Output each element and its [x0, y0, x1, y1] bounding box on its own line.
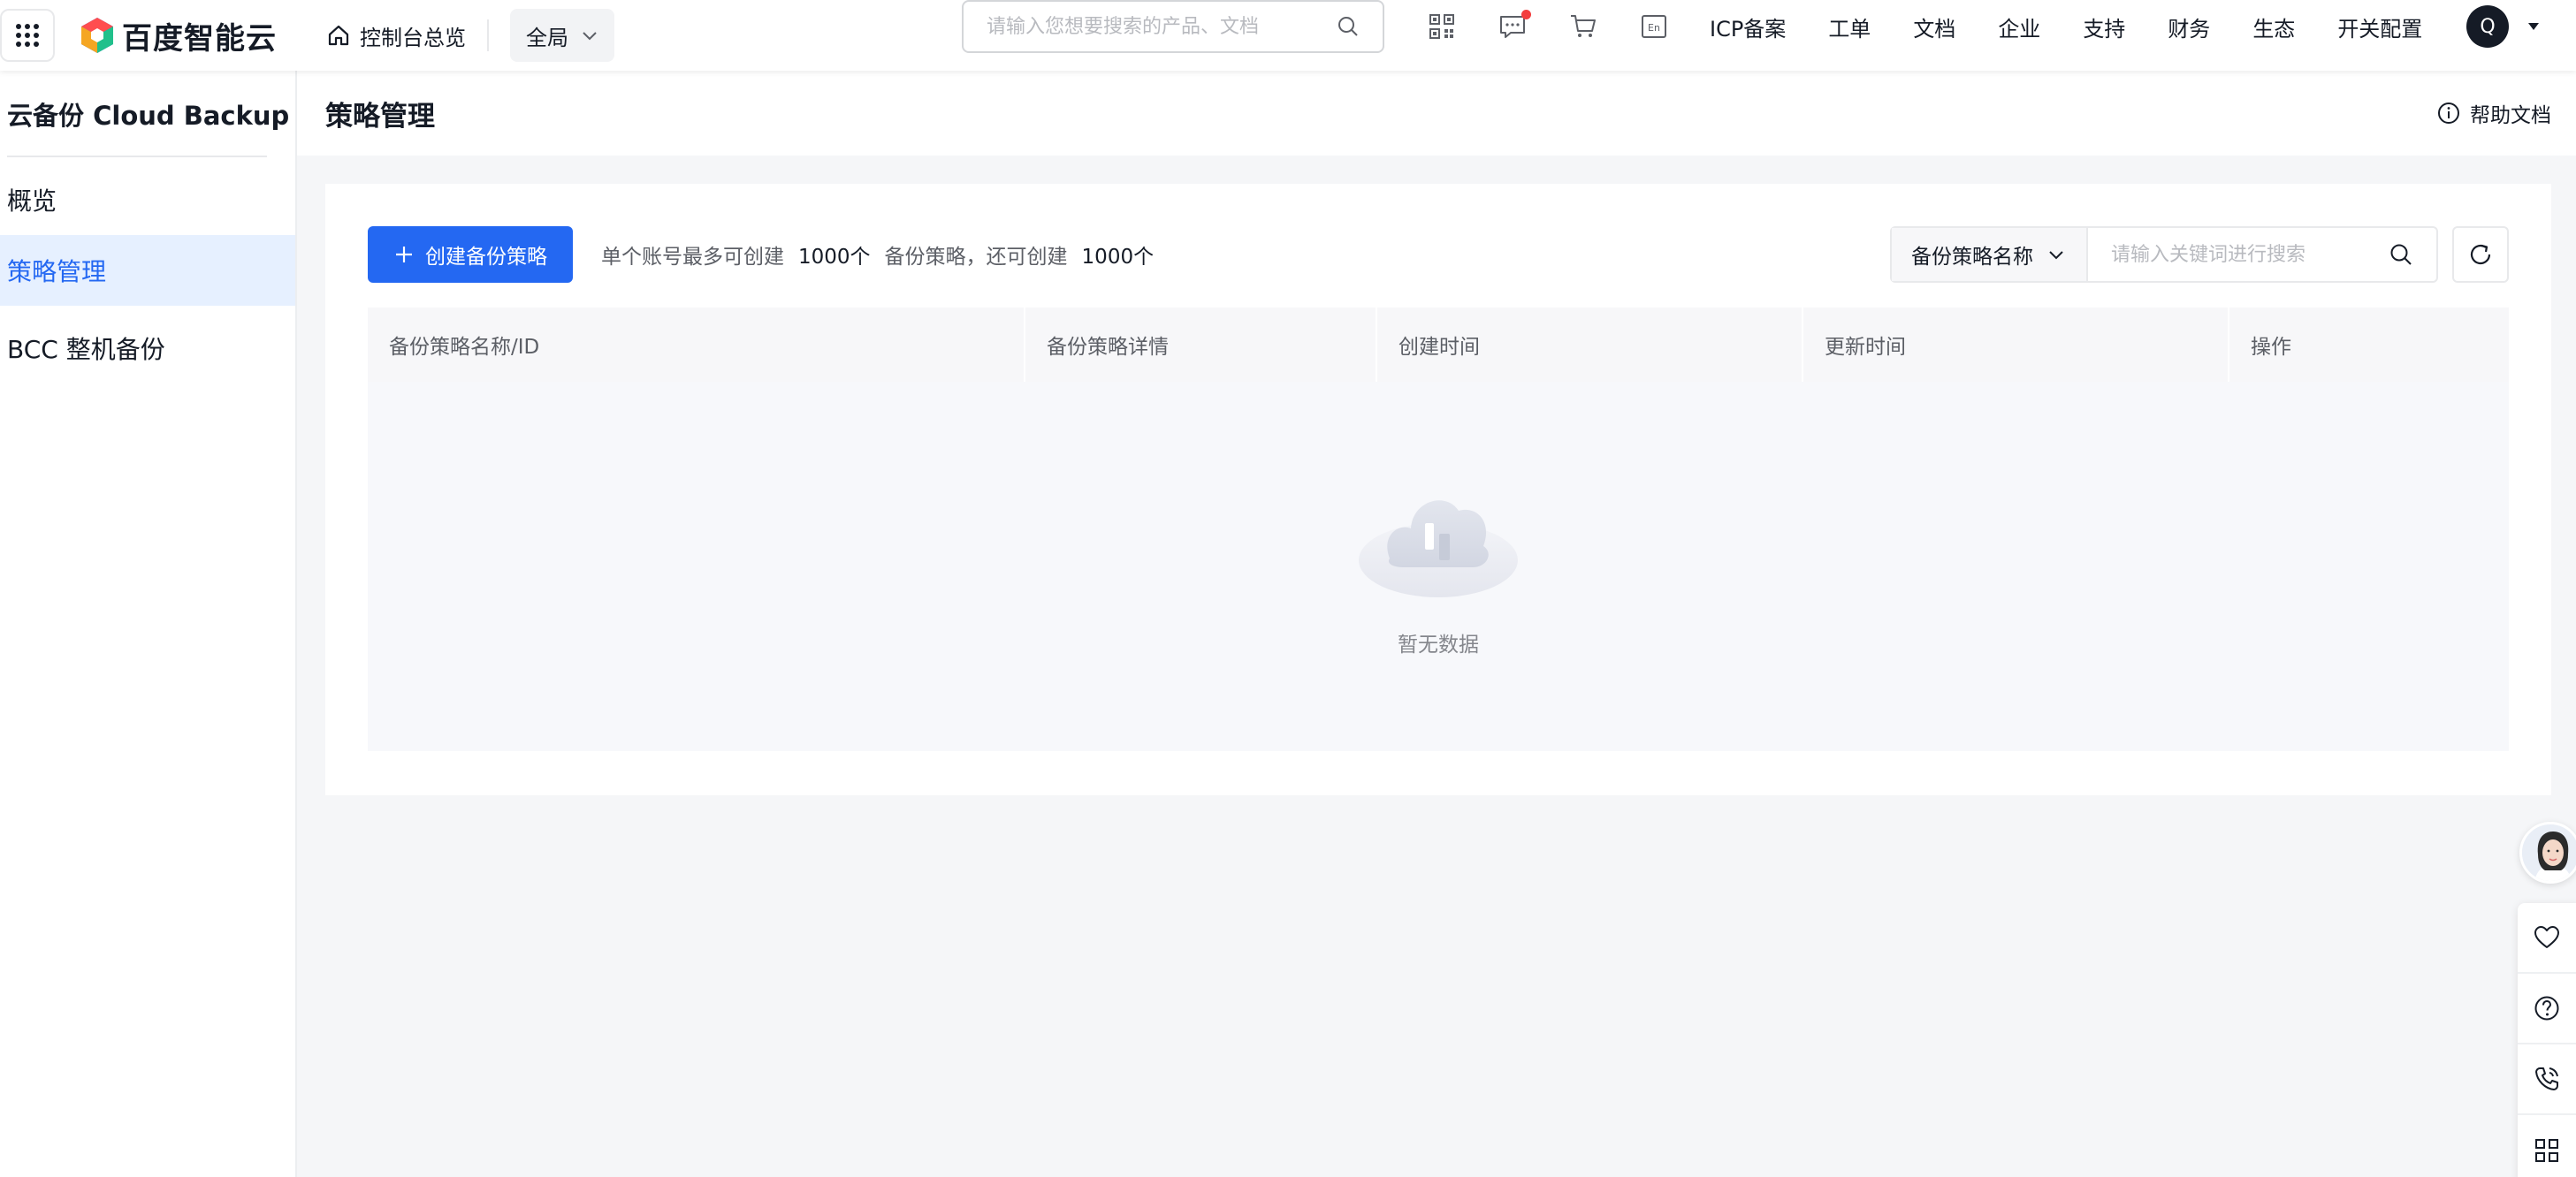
column-header-created-time: 创建时间 — [1377, 308, 1803, 382]
create-button-label: 创建备份策略 — [425, 246, 547, 269]
column-header-name-id: 备份策略名称/ID — [368, 308, 1025, 382]
nav-icp[interactable]: ICP备案 — [1710, 11, 1786, 42]
top-nav-links: ICP备案 工单 文档 企业 支持 财务 生态 开关配置 — [1710, 0, 2465, 53]
sidebar-divider — [7, 156, 267, 157]
quota-prefix: 单个账号最多可创建 — [601, 246, 784, 269]
nav-ticket[interactable]: 工单 — [1828, 11, 1871, 42]
column-header-details: 备份策略详情 — [1025, 308, 1377, 382]
user-avatar[interactable]: Q — [2466, 5, 2509, 48]
language-en-icon: En — [1642, 15, 1666, 38]
nav-docs[interactable]: 文档 — [1913, 11, 1955, 42]
qrcode-button[interactable] — [1427, 11, 1457, 42]
top-navigation-bar: 百度智能云 控制台总览 全局 请输入您想要搜索的产品、文档 En ICP备案 工… — [0, 0, 2576, 71]
policy-table: 备份策略名称/ID 备份策略详情 创建时间 更新时间 操作 暂无数据 — [368, 308, 2509, 751]
quota-info: 单个账号最多可创建 1000个 备份策略，还可创建 1000个 — [601, 226, 1154, 283]
home-icon — [328, 25, 349, 46]
floating-side-tools — [2518, 903, 2576, 1177]
column-header-actions: 操作 — [2251, 336, 2291, 359]
sidebar-item-label: 策略管理 — [7, 257, 107, 286]
message-button[interactable] — [1498, 10, 1531, 42]
region-select[interactable]: 全局 — [510, 9, 614, 62]
policy-search-group: 备份策略名称 — [1890, 226, 2438, 283]
logo-text: 百度智能云 — [122, 20, 277, 57]
apps-menu-button[interactable] — [0, 9, 55, 62]
global-search-input[interactable] — [987, 15, 1337, 38]
policy-list-card: 创建备份策略 单个账号最多可创建 1000个 备份策略，还可创建 1000个 备… — [325, 184, 2551, 795]
quota-remaining: 1000个 — [1081, 246, 1155, 269]
svg-text:En: En — [1648, 22, 1660, 34]
info-circle-icon — [2438, 103, 2459, 124]
baidu-cloud-logo[interactable]: 百度智能云 — [80, 14, 277, 57]
column-header-updated-time: 更新时间 — [1803, 308, 2229, 382]
question-circle-icon — [2534, 996, 2559, 1021]
sidebar-item-policy-management[interactable]: 策略管理 — [0, 235, 295, 306]
create-backup-policy-button[interactable]: 创建备份策略 — [368, 226, 573, 283]
nav-switch-config[interactable]: 开关配置 — [2337, 11, 2422, 42]
page-title: 策略管理 — [325, 100, 435, 133]
page-header: 策略管理 帮助文档 — [297, 71, 2576, 156]
help-docs-label: 帮助文档 — [2470, 104, 2551, 127]
sidebar-item-overview[interactable]: 概览 — [0, 164, 295, 235]
language-button[interactable]: En — [1639, 11, 1669, 42]
top-icon-group: En — [1427, 0, 1710, 53]
phone-icon — [2535, 1067, 2558, 1090]
empty-cloud-icon — [1359, 500, 1518, 597]
grid-icon — [2535, 1139, 2558, 1162]
table-header: 备份策略名称/ID 备份策略详情 创建时间 更新时间 操作 — [368, 308, 2509, 382]
list-toolbar: 创建备份策略 单个账号最多可创建 1000个 备份策略，还可创建 1000个 备… — [368, 226, 2509, 283]
sidebar-item-label: BCC 整机备份 — [7, 335, 165, 364]
more-tools-button[interactable] — [2518, 1115, 2576, 1177]
cart-icon — [1571, 15, 1596, 37]
contact-tool-button[interactable] — [2518, 1044, 2576, 1115]
qrcode-icon — [1429, 14, 1454, 39]
search-field-value: 备份策略名称 — [1911, 246, 2033, 269]
chevron-down-icon — [2049, 251, 2063, 260]
console-home-label: 控制台总览 — [360, 25, 466, 50]
nav-enterprise[interactable]: 企业 — [1998, 11, 2040, 42]
empty-text: 暂无数据 — [1398, 634, 1479, 657]
global-search-box — [962, 0, 1384, 53]
nav-support[interactable]: 支持 — [2083, 11, 2125, 42]
keyword-search-input[interactable] — [2111, 243, 2389, 266]
search-field-select[interactable]: 备份策略名称 — [1892, 228, 2088, 281]
product-title: 云备份 Cloud Backup — [7, 101, 290, 131]
divider — [487, 19, 489, 51]
sidebar: 云备份 Cloud Backup 概览 策略管理 BCC 整机备份 — [0, 71, 297, 1177]
quota-middle: 备份策略，还可创建 — [884, 246, 1068, 269]
chevron-down-icon — [583, 32, 597, 41]
search-icon[interactable] — [1337, 15, 1360, 38]
keyword-search — [2088, 228, 2436, 281]
sidebar-item-label: 概览 — [7, 186, 57, 216]
caret-down-icon[interactable] — [2526, 19, 2541, 34]
refresh-icon — [2470, 244, 2491, 265]
nav-ecosystem[interactable]: 生态 — [2252, 11, 2295, 42]
plus-icon — [396, 247, 412, 262]
help-tool-button[interactable] — [2518, 974, 2576, 1044]
help-docs-link[interactable]: 帮助文档 — [2436, 98, 2551, 128]
grid-dots-icon — [16, 24, 39, 47]
baidu-cloud-logo-icon — [81, 18, 113, 53]
region-value: 全局 — [526, 25, 568, 50]
table-empty-state: 暂无数据 — [368, 382, 2509, 751]
favorite-tool-button[interactable] — [2518, 903, 2576, 974]
sidebar-item-bcc-backup[interactable]: BCC 整机备份 — [0, 313, 295, 383]
console-home-link[interactable]: 控制台总览 — [326, 20, 466, 51]
notification-dot — [1521, 10, 1531, 19]
assistant-avatar[interactable] — [2519, 822, 2576, 884]
refresh-button[interactable] — [2452, 226, 2509, 283]
cart-button[interactable] — [1568, 11, 1598, 42]
heart-icon — [2534, 926, 2559, 948]
search-icon[interactable] — [2389, 242, 2413, 267]
nav-finance[interactable]: 财务 — [2168, 11, 2210, 42]
quota-max: 1000个 — [798, 246, 871, 269]
assistant-portrait-icon — [2522, 824, 2576, 881]
